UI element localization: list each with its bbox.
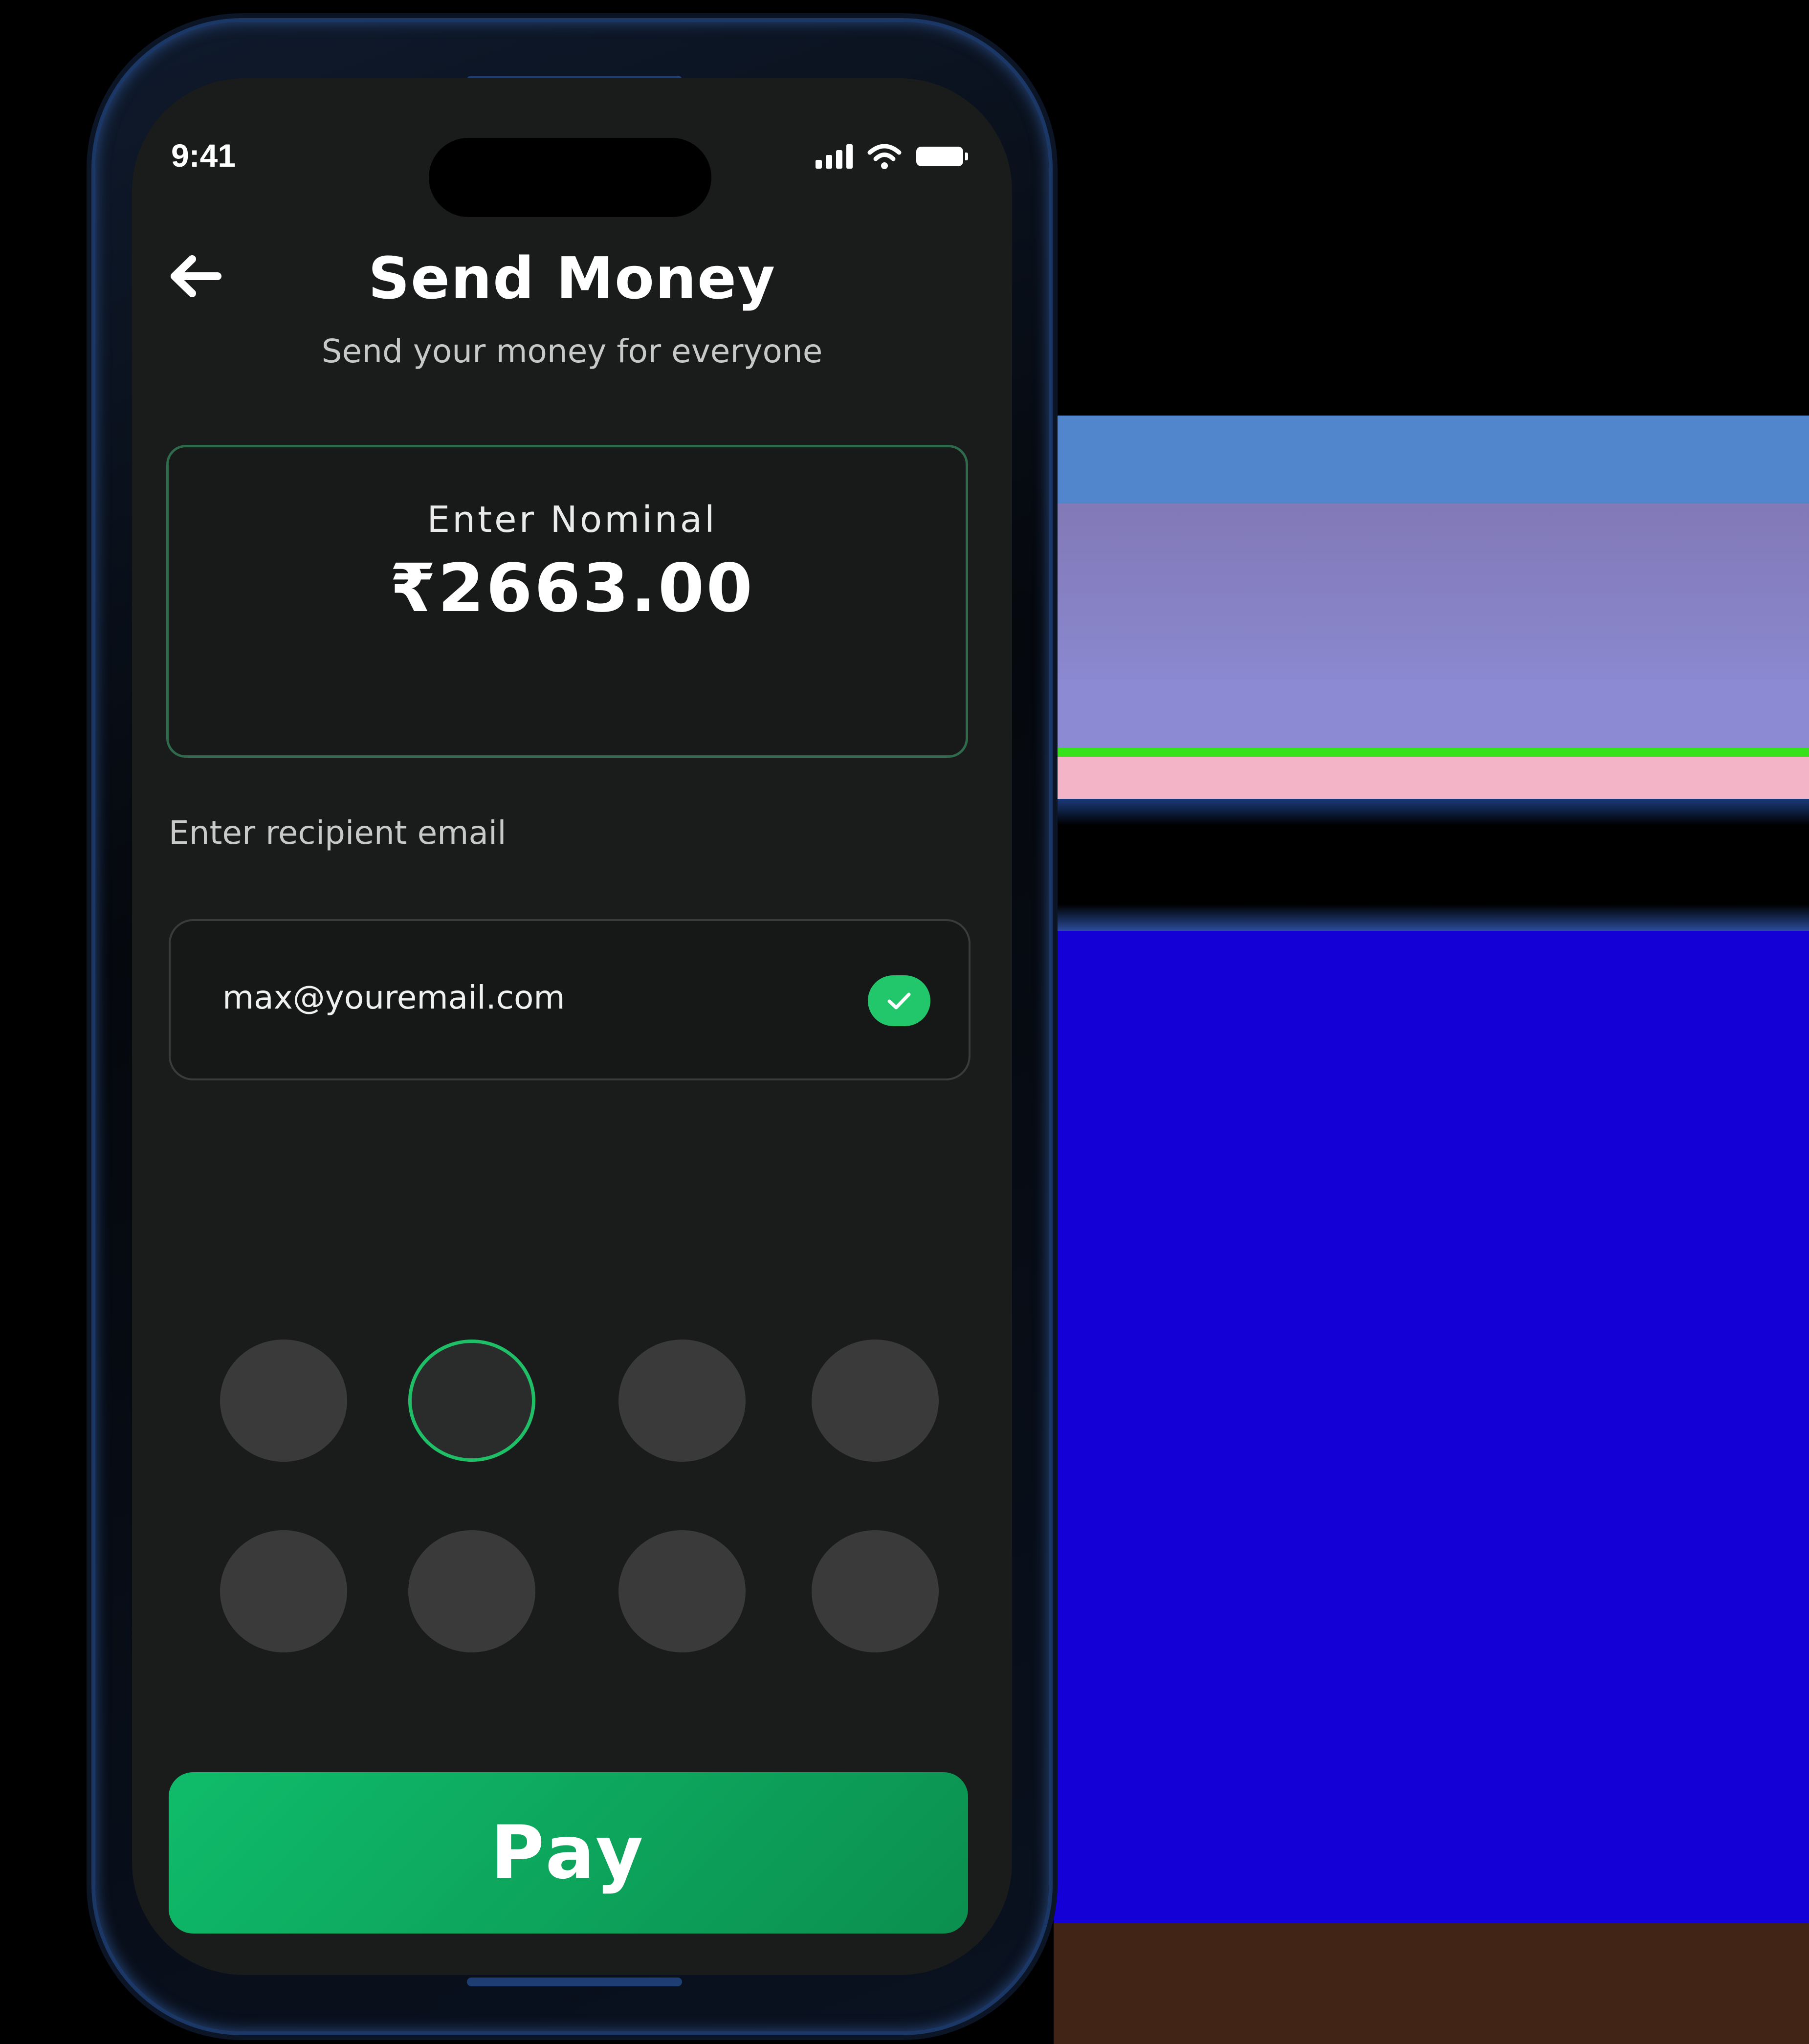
app-screen: 9:41 Send Money Send your money for ever… xyxy=(132,78,1012,1975)
background-band-indigo xyxy=(1054,931,1809,1923)
dynamic-island xyxy=(429,138,711,217)
pin-dot-1[interactable] xyxy=(220,1340,347,1462)
background-band-periwinkle xyxy=(1054,680,1809,748)
background-band-pink xyxy=(1054,757,1809,799)
background-band-brown xyxy=(1054,1923,1809,2044)
phone-frame: 9:41 Send Money Send your money for ever… xyxy=(95,22,1049,2031)
pin-dot-8[interactable] xyxy=(812,1530,939,1652)
pin-dot-7[interactable] xyxy=(618,1530,746,1652)
home-indicator xyxy=(467,1978,682,1986)
amount-value[interactable]: ₹2663.00 xyxy=(132,550,1012,627)
signal-icon xyxy=(816,144,853,169)
pin-dot-5[interactable] xyxy=(220,1530,347,1652)
recipient-email-label: Enter recipient email xyxy=(169,814,507,852)
battery-icon xyxy=(916,147,968,166)
status-icons xyxy=(816,142,968,171)
amount-label: Enter Nominal xyxy=(427,499,717,541)
pay-button[interactable]: Pay xyxy=(169,1772,968,1934)
pin-dot-2-active[interactable] xyxy=(408,1340,535,1462)
wifi-icon xyxy=(867,144,902,169)
background-band-green xyxy=(1054,748,1809,757)
pin-dot-4[interactable] xyxy=(812,1340,939,1462)
recipient-email-value[interactable]: max@youremail.com xyxy=(222,979,565,1016)
verified-check-icon xyxy=(868,975,930,1026)
background-band-lavender xyxy=(1054,504,1809,680)
background-band-blue xyxy=(1054,416,1809,504)
pin-dot-6[interactable] xyxy=(408,1530,535,1652)
status-time: 9:41 xyxy=(171,137,236,174)
page-title: Send Money xyxy=(368,244,776,312)
pin-dot-3[interactable] xyxy=(618,1340,746,1462)
page-subtitle: Send your money for everyone xyxy=(321,332,823,370)
background-band-dark xyxy=(1054,799,1809,931)
